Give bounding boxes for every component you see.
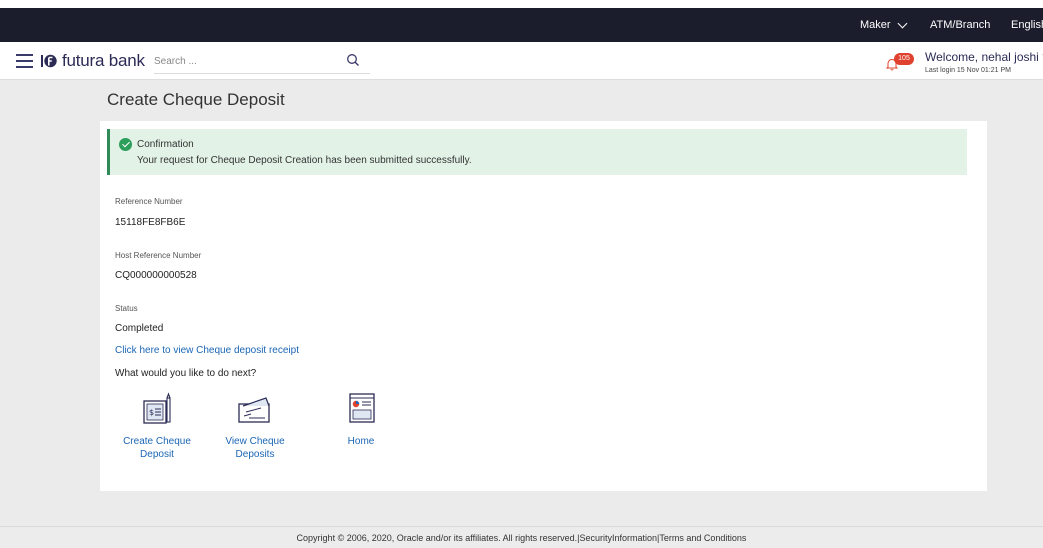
language-selector[interactable]: English [1011,19,1043,31]
role-switcher[interactable]: Maker [860,18,908,31]
create-cheque-deposit-action[interactable]: $ Create Cheque Deposit [112,392,202,461]
futura-logo-icon [41,54,57,68]
search-input[interactable] [154,50,334,72]
view-cheque-deposits-action[interactable]: View Cheque Deposits [210,392,300,461]
user-menu[interactable]: Welcome, nehal joshi [925,49,1043,64]
role-label: Maker [860,19,891,31]
top-strip [0,0,1043,8]
reference-number-value: 15118FE8FB6E [115,217,186,228]
home-action[interactable]: Home [316,392,406,448]
security-information-link[interactable]: SecurityInformation [580,533,658,543]
status-value: Completed [115,323,164,334]
view-cheque-label: View Cheque Deposits [225,436,285,460]
host-reference-value: CQ000000000528 [115,270,197,281]
cheque-create-icon: $ [143,392,171,424]
host-reference-label: Host Reference Number [115,251,202,260]
next-steps-prompt: What would you like to do next? [115,368,257,379]
view-receipt-link[interactable]: Click here to view Cheque deposit receip… [115,345,299,356]
menu-icon[interactable] [16,54,33,68]
last-login-text: Last login 15 Nov 01:21 PM [925,67,1011,74]
content-card: Confirmation Your request for Cheque Dep… [100,121,987,491]
create-cheque-label: Create Cheque Deposit [123,436,191,460]
status-label: Status [115,304,138,313]
logo[interactable]: futura bank [39,51,145,71]
search-box [154,50,370,74]
reference-number-label: Reference Number [115,197,183,206]
confirmation-message: Your request for Cheque Deposit Creation… [137,155,472,166]
page-title: Create Cheque Deposit [107,90,285,109]
home-label: Home [347,436,375,447]
atm-branch-link[interactable]: ATM/Branch [930,19,990,31]
search-icon[interactable] [346,53,360,67]
chevron-down-icon [897,18,908,28]
check-circle-icon [119,138,132,151]
header: futura bank 105 Welcome, nehal joshi Las… [0,42,1043,80]
confirmation-title: Confirmation [137,139,194,150]
svg-text:$: $ [149,408,154,417]
top-bar: Maker ATM/Branch English [0,8,1043,42]
copyright-text: Copyright © 2006, 2020, Oracle and/or it… [296,533,578,543]
welcome-text: Welcome, nehal joshi [925,50,1039,64]
atm-branch-label: ATM/Branch [930,19,991,31]
footer: Copyright © 2006, 2020, Oracle and/or it… [0,526,1043,548]
terms-and-conditions-link[interactable]: Terms and Conditions [659,533,746,543]
logo-text: futura bank [62,51,145,70]
home-dashboard-icon [349,393,375,423]
language-label: English [1011,19,1043,31]
cheque-view-icon [238,397,270,423]
confirmation-banner: Confirmation Your request for Cheque Dep… [107,129,967,175]
notification-badge[interactable]: 105 [894,53,914,65]
